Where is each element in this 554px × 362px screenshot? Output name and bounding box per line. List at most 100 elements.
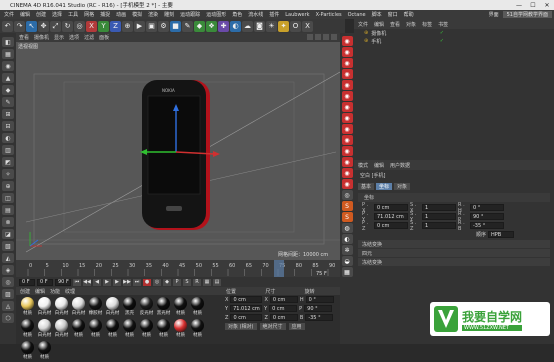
timeline[interactable]: 05101520253035404550556065707580859075 F	[16, 260, 340, 277]
start-frame-field[interactable]: 0 F	[19, 278, 35, 286]
menu-item[interactable]: 插件	[269, 11, 279, 18]
right-tool-icon[interactable]: ◉	[341, 80, 353, 90]
object-row[interactable]: ⊕ 摄像机 ✓	[354, 29, 554, 37]
right-tool-icon[interactable]: ◉	[341, 135, 353, 145]
deformer-icon[interactable]: ◐	[230, 20, 241, 32]
material-swatch[interactable]: 材质	[139, 319, 154, 338]
material-swatch[interactable]: 材质	[20, 297, 35, 316]
light-icon[interactable]: ☀	[266, 20, 277, 32]
right-tool-icon[interactable]: S	[341, 201, 353, 211]
right-tool-icon[interactable]: ◉	[341, 113, 353, 123]
menu-item[interactable]: 角色	[232, 11, 242, 18]
left-tool-icon[interactable]: ✧	[2, 169, 14, 179]
left-tool-icon[interactable]: ⬡	[2, 313, 14, 323]
rotate-icon[interactable]: ↻	[62, 20, 73, 32]
material-swatch[interactable]: 黑光材	[156, 297, 171, 316]
size-field[interactable]: 0 cm	[269, 305, 298, 312]
array-icon[interactable]: ❖	[206, 20, 217, 32]
timeline-icon[interactable]: ▤	[213, 278, 221, 286]
viewport-menu-item[interactable]: 查看	[19, 34, 29, 41]
size-field[interactable]: 0 cm	[269, 296, 298, 303]
rotation-field[interactable]: -35 °	[305, 314, 334, 321]
menu-item[interactable]: 捕捉	[100, 11, 110, 18]
right-tool-icon[interactable]: ▦	[341, 267, 353, 277]
material-swatch[interactable]: 白光材	[54, 319, 69, 338]
rotation-field[interactable]: 90 °	[304, 305, 333, 312]
left-tool-icon[interactable]: ◫	[2, 193, 14, 203]
menu-item[interactable]: 工具	[68, 11, 78, 18]
left-tool-icon[interactable]: ⊗	[2, 217, 14, 227]
coord-mode-select[interactable]: 对象 (相对)	[225, 323, 257, 330]
viewport-menu-item[interactable]: 过滤	[84, 34, 94, 41]
auto-key-icon[interactable]: ◎	[153, 278, 161, 286]
next-key-icon[interactable]: ▶▶	[123, 278, 131, 286]
move-icon[interactable]: ✥	[38, 20, 49, 32]
menu-item[interactable]: 模拟	[132, 11, 142, 18]
live-select-icon[interactable]: ↖	[26, 20, 37, 32]
left-tool-icon[interactable]: ◬	[2, 301, 14, 311]
play-icon[interactable]: ▶	[103, 278, 111, 286]
material-swatch[interactable]: 材质	[173, 319, 188, 338]
material-swatch[interactable]: 材质	[173, 297, 188, 316]
visible-check-icon[interactable]: ✓	[440, 30, 444, 36]
material-swatch[interactable]: 白光材	[37, 297, 52, 316]
left-tool-icon[interactable]: ◆	[2, 85, 14, 95]
go-to-end-icon[interactable]: ⏭	[133, 278, 141, 286]
material-swatch[interactable]: 材质	[88, 319, 103, 338]
material-swatch[interactable]: 材质	[190, 297, 205, 316]
size-mode-select[interactable]: 绝对尺寸	[259, 323, 286, 330]
menu-item[interactable]: 动画	[116, 11, 126, 18]
left-tool-icon[interactable]: ⊟	[2, 121, 14, 131]
keyframe-icon[interactable]: ◆	[163, 278, 171, 286]
collapsed-section[interactable]: 四元	[358, 249, 550, 257]
x-axis-icon[interactable]: X	[86, 20, 97, 32]
viewport-rotate-icon[interactable]	[323, 34, 329, 40]
material-swatch[interactable]: 材质	[190, 319, 205, 338]
right-tool-icon[interactable]: ◉	[341, 69, 353, 79]
xp-icon[interactable]: X	[302, 20, 313, 32]
perspective-viewport[interactable]: NOKIA 透视视图 网格间距：10000 cm	[16, 42, 340, 260]
coord-field[interactable]: 0 cm	[374, 222, 408, 229]
left-tool-icon[interactable]: ▨	[2, 289, 14, 299]
collapsed-section[interactable]: 冻结变换	[358, 240, 550, 248]
menu-item[interactable]: 网格	[84, 11, 94, 18]
menu-item[interactable]: 创建	[36, 11, 46, 18]
scale-icon[interactable]: ⤢	[50, 20, 61, 32]
coordinate-system-icon[interactable]: ⊕	[122, 20, 133, 32]
right-tool-icon[interactable]: ◎	[341, 190, 353, 200]
object-menu-item[interactable]: 书签	[438, 21, 448, 28]
right-tool-icon[interactable]: ◉	[341, 58, 353, 68]
attribute-menu-item[interactable]: 用户数据	[390, 162, 410, 169]
coord-field[interactable]: 0 °	[470, 204, 504, 211]
undo-icon[interactable]: ↶	[2, 20, 13, 32]
right-tool-icon[interactable]: ◉	[341, 157, 353, 167]
attribute-tab[interactable]: 对象	[394, 183, 411, 190]
preview-end-field[interactable]: 90 F	[55, 278, 71, 286]
size-field[interactable]: 0 cm	[269, 314, 298, 321]
menu-item[interactable]: 脚本	[372, 11, 382, 18]
material-swatch[interactable]: 材质	[122, 319, 137, 338]
menu-item[interactable]: Octane	[348, 12, 366, 18]
next-frame-icon[interactable]: ▶	[113, 278, 121, 286]
timeline-playhead[interactable]	[274, 260, 284, 277]
cloner-icon[interactable]: ✚	[218, 20, 229, 32]
right-tool-icon[interactable]: ◍	[341, 223, 353, 233]
material-swatch[interactable]: 材质	[156, 319, 171, 338]
key-position-icon[interactable]: P	[173, 278, 181, 286]
viewport-zoom-icon[interactable]	[315, 34, 321, 40]
rotation-field[interactable]: 0 °	[305, 296, 334, 303]
render-view-icon[interactable]: ▶	[134, 20, 145, 32]
object-menu-item[interactable]: 编辑	[374, 21, 384, 28]
left-tool-icon[interactable]: ⊕	[2, 181, 14, 191]
menu-item[interactable]: 选择	[52, 11, 62, 18]
camera-icon[interactable]: ◙	[254, 20, 265, 32]
attribute-menu-item[interactable]: 编辑	[374, 162, 384, 169]
y-axis-icon[interactable]: Y	[98, 20, 109, 32]
left-tool-icon[interactable]: ▥	[2, 145, 14, 155]
left-tool-icon[interactable]: ▲	[2, 73, 14, 83]
left-tool-icon[interactable]: ◪	[2, 229, 14, 239]
coord-field[interactable]: 90 °	[470, 213, 504, 220]
go-to-start-icon[interactable]: ⏮	[73, 278, 81, 286]
left-tool-icon[interactable]: ◩	[2, 157, 14, 167]
material-swatch[interactable]: 材质	[71, 319, 86, 338]
